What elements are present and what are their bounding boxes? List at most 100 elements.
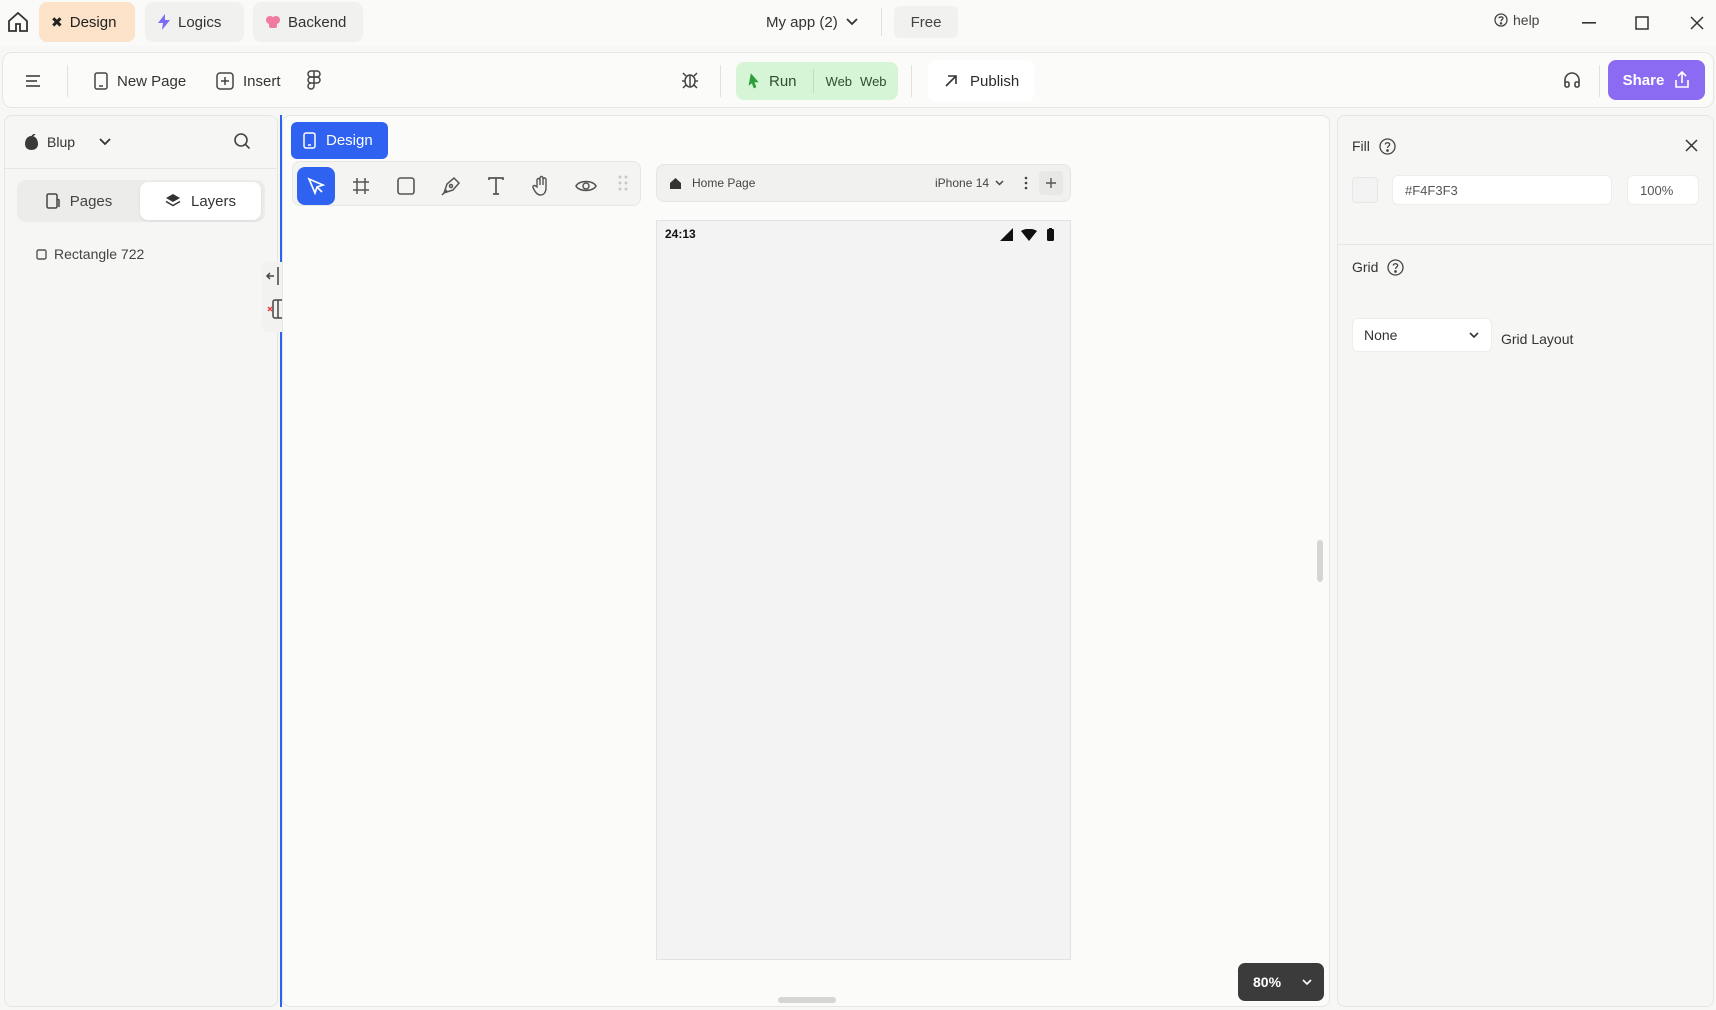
- run-label[interactable]: Run: [769, 73, 797, 90]
- project-selector[interactable]: Blup: [24, 131, 111, 153]
- divider: [881, 8, 882, 36]
- frame-grid-tool[interactable]: [342, 167, 380, 205]
- phone-frame[interactable]: [656, 220, 1071, 960]
- zoom-value: 80%: [1253, 974, 1282, 990]
- page-icon: [45, 193, 60, 209]
- plus-square-icon: [216, 72, 234, 90]
- device-name: iPhone 14: [935, 176, 990, 190]
- divider: [1599, 65, 1600, 97]
- home-icon[interactable]: [6, 10, 30, 34]
- fill-opacity-input[interactable]: 100%: [1627, 175, 1699, 205]
- share-label: Share: [1622, 71, 1665, 89]
- fill-opacity-value: 100%: [1640, 182, 1674, 198]
- design-mode-label: Design: [326, 132, 373, 149]
- battery-icon: [1047, 228, 1054, 241]
- canvas-vertical-scrollbar[interactable]: [1317, 540, 1323, 582]
- device-selector[interactable]: iPhone 14: [935, 174, 1004, 192]
- run-target-2[interactable]: Web: [860, 74, 887, 89]
- headphones-icon[interactable]: [1562, 70, 1584, 92]
- tab-pages[interactable]: Pages: [20, 182, 138, 220]
- tab-backend[interactable]: Backend: [253, 2, 363, 42]
- rectangle-tool[interactable]: [387, 167, 425, 205]
- tab-logics[interactable]: Logics: [145, 2, 244, 42]
- debug-bug-icon[interactable]: [680, 70, 702, 92]
- phone-icon: [303, 132, 316, 149]
- design-tools-icon: ✖: [51, 13, 63, 30]
- plan-badge[interactable]: Free: [894, 6, 958, 38]
- tab-logics-label: Logics: [178, 13, 222, 31]
- brain-icon: [265, 14, 281, 30]
- insert-button[interactable]: Insert: [216, 53, 281, 109]
- app-name: My app (2): [766, 13, 838, 31]
- main-toolbar: New Page Insert Run Web Web Publish Shar…: [2, 52, 1714, 108]
- new-page-label: New Page: [117, 72, 187, 90]
- share-button[interactable]: Share: [1608, 60, 1705, 100]
- design-mode-button[interactable]: Design: [291, 122, 388, 159]
- layers-icon: [165, 193, 181, 209]
- help-label: help: [1513, 12, 1540, 28]
- app-name-dropdown[interactable]: My app (2): [766, 0, 858, 44]
- wifi-icon: [1021, 229, 1037, 241]
- project-name: Blup: [47, 134, 76, 150]
- tab-design[interactable]: ✖ Design: [39, 2, 135, 42]
- fill-color-swatch[interactable]: [1352, 177, 1378, 203]
- tab-design-label: Design: [69, 13, 117, 31]
- divider: [67, 65, 68, 97]
- fill-hex-value: #F4F3F3: [1405, 182, 1458, 198]
- grid-type-select[interactable]: None: [1352, 318, 1492, 352]
- help-circle-icon[interactable]: [1387, 258, 1405, 276]
- layer-item[interactable]: Rectangle 722: [36, 244, 144, 264]
- grid-label: Grid: [1352, 259, 1379, 275]
- chevron-down-icon: [995, 180, 1004, 186]
- share-upload-icon: [1674, 71, 1690, 89]
- new-page-button[interactable]: New Page: [94, 53, 186, 109]
- select-pointer-tool[interactable]: [297, 167, 335, 205]
- chevron-down-icon: [1469, 331, 1479, 339]
- page-name: Home Page: [692, 176, 756, 190]
- search-icon[interactable]: [233, 132, 253, 152]
- project-logo-icon: [24, 133, 39, 151]
- insert-label: Insert: [243, 72, 281, 90]
- tab-layers[interactable]: Layers: [140, 182, 261, 220]
- maximize-icon[interactable]: [1631, 12, 1653, 34]
- help-button[interactable]: help: [1494, 0, 1539, 40]
- home-icon: [669, 177, 682, 190]
- publish-button[interactable]: Publish: [928, 60, 1034, 102]
- arrow-up-right-icon: [944, 74, 958, 88]
- page-home-item[interactable]: Home Page: [669, 174, 755, 192]
- run-button-group[interactable]: Run Web Web: [736, 62, 898, 100]
- tab-pages-label: Pages: [69, 192, 113, 210]
- divider: [1338, 244, 1714, 245]
- fill-section-title: Fill: [1352, 136, 1396, 156]
- run-target-1[interactable]: Web: [826, 74, 853, 89]
- phone-page-icon: [94, 72, 108, 90]
- fill-hex-input[interactable]: #F4F3F3: [1392, 175, 1612, 205]
- add-page-button[interactable]: [1039, 171, 1063, 195]
- minimize-icon[interactable]: [1578, 12, 1600, 34]
- text-tool[interactable]: [477, 167, 515, 205]
- run-hand-icon: [748, 73, 760, 89]
- fill-label: Fill: [1352, 138, 1370, 154]
- grid-layout-label: Grid Layout: [1501, 331, 1574, 347]
- preview-eye-tool[interactable]: [567, 167, 605, 205]
- more-vertical-icon[interactable]: [1024, 176, 1030, 190]
- plan-badge-label: Free: [910, 13, 942, 31]
- drag-handle-icon[interactable]: [618, 175, 628, 191]
- divider: [911, 65, 912, 97]
- menu-icon[interactable]: [23, 71, 43, 91]
- tab-layers-label: Layers: [190, 192, 237, 210]
- help-circle-icon[interactable]: [1379, 137, 1396, 155]
- chevron-down-icon: [846, 18, 858, 26]
- hand-pan-tool[interactable]: [522, 167, 560, 205]
- chevron-down-icon: [99, 138, 111, 146]
- close-panel-icon[interactable]: [1685, 139, 1699, 153]
- close-icon[interactable]: [1686, 12, 1708, 34]
- rectangle-icon: [36, 248, 47, 260]
- figma-icon[interactable]: [307, 70, 323, 92]
- pen-tool[interactable]: [432, 167, 470, 205]
- canvas-horizontal-scrollbar[interactable]: [778, 997, 836, 1003]
- zoom-control[interactable]: 80%: [1238, 963, 1324, 1001]
- divider: [5, 168, 277, 169]
- divider: [812, 69, 814, 93]
- grid-section-title: Grid: [1352, 257, 1405, 277]
